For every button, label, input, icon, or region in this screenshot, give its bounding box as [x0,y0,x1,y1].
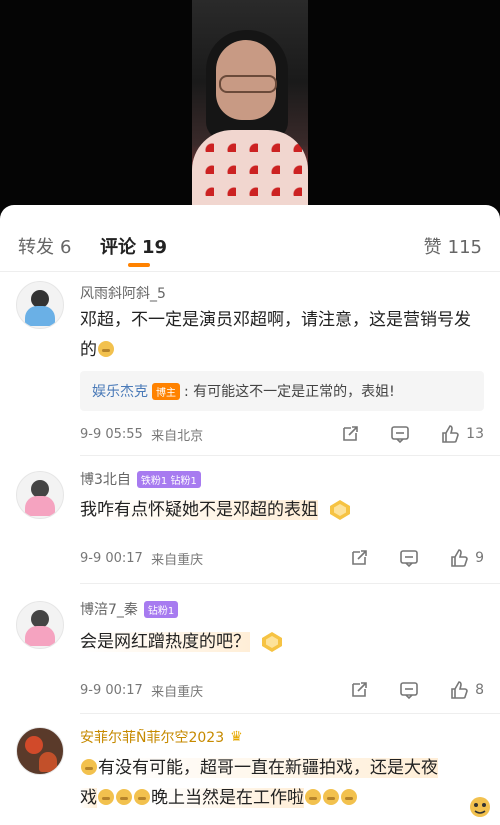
comment-meta: 9-9 05:55 来自北京 13 [80,424,484,444]
mascot-icon [466,793,494,821]
video-frame[interactable] [192,0,308,206]
comment-item: 安菲尔菲Ñ菲尔空2023 ♛ 有没有可能，超哥一直在新疆拍戏，还是大夜 戏晚上当… [0,725,500,825]
comment-icon[interactable] [399,680,419,700]
like-icon [440,424,460,444]
divider [80,455,500,456]
share-icon[interactable] [349,680,369,700]
avatar[interactable] [16,727,64,775]
reply-preview[interactable]: 娱乐杰克 博主 : 有可能这不一定是正常的，表姐! [80,371,484,411]
tab-comments[interactable]: 评论 19 [100,233,167,259]
divider [80,583,500,584]
dog-emoji-icon [98,341,114,357]
dog-emoji-icon [323,789,339,805]
username[interactable]: 博3北自 铁粉1 钻粉1 [80,469,201,489]
comments-sheet: 转发 6 评论 19 赞 115 风雨斜阿斜_5 邓超，不一定是演员邓超啊，请注… [0,205,500,825]
video-area[interactable] [0,0,500,215]
username[interactable]: 安菲尔菲Ñ菲尔空2023 ♛ [80,727,243,747]
dog-emoji-icon [341,789,357,805]
like-icon [449,680,469,700]
comment-text: 邓超，不一定是演员邓超啊，请注意，这是营销号发的 [80,310,471,360]
dog-emoji-icon [98,789,114,805]
like-button[interactable]: 8 [449,680,484,700]
username[interactable]: 博涪7_秦 钻粉1 [80,599,179,619]
comment-icon[interactable] [399,548,419,568]
dog-emoji-icon [81,759,97,775]
comment-icon[interactable] [390,424,410,444]
dog-emoji-icon [305,789,321,805]
tab-indicator [128,263,150,267]
tab-bar: 转发 6 评论 19 赞 115 [0,205,500,272]
comment-item: 博3北自 铁粉1 钻粉1 我咋有点怀疑她不是邓超的表姐 9-9 00:17 来自… [0,467,500,577]
like-button[interactable]: 9 [449,548,484,568]
divider [80,713,500,714]
dog-emoji-icon [116,789,132,805]
like-button[interactable]: 13 [440,424,484,444]
like-icon [449,548,469,568]
share-icon[interactable] [340,424,360,444]
share-icon[interactable] [349,548,369,568]
avatar[interactable] [16,281,64,329]
comment-item: 风雨斜阿斜_5 邓超，不一定是演员邓超啊，请注意，这是营销号发的 娱乐杰克 博主… [0,281,500,456]
fan-badge: 铁粉1 钻粉1 [136,470,201,488]
tab-likes[interactable]: 赞 115 [424,233,482,259]
medal-icon [329,499,351,521]
comment-meta: 9-9 00:17 来自重庆 9 [80,548,484,568]
owner-badge: 博主 [152,382,180,400]
username[interactable]: 风雨斜阿斜_5 [80,283,166,303]
comment-text: 有没有可能，超哥一直在新疆拍戏，还是大夜 戏晚上当然是在工作啦 [80,758,438,808]
comment-item: 博涪7_秦 钻粉1 会是网红蹭热度的吧？ 9-9 00:17 来自重庆 8 [0,597,500,707]
tab-forward[interactable]: 转发 6 [18,233,71,259]
crown-icon: ♛ [230,729,243,745]
dog-emoji-icon [134,789,150,805]
avatar[interactable] [16,601,64,649]
avatar[interactable] [16,471,64,519]
comment-text: 我咋有点怀疑她不是邓超的表姐 [80,495,480,525]
medal-icon [261,631,283,653]
comment-meta: 9-9 00:17 来自重庆 8 [80,680,484,700]
comment-text: 会是网红蹭热度的吧？ [80,627,480,657]
fan-badge: 钻粉1 [143,600,179,618]
